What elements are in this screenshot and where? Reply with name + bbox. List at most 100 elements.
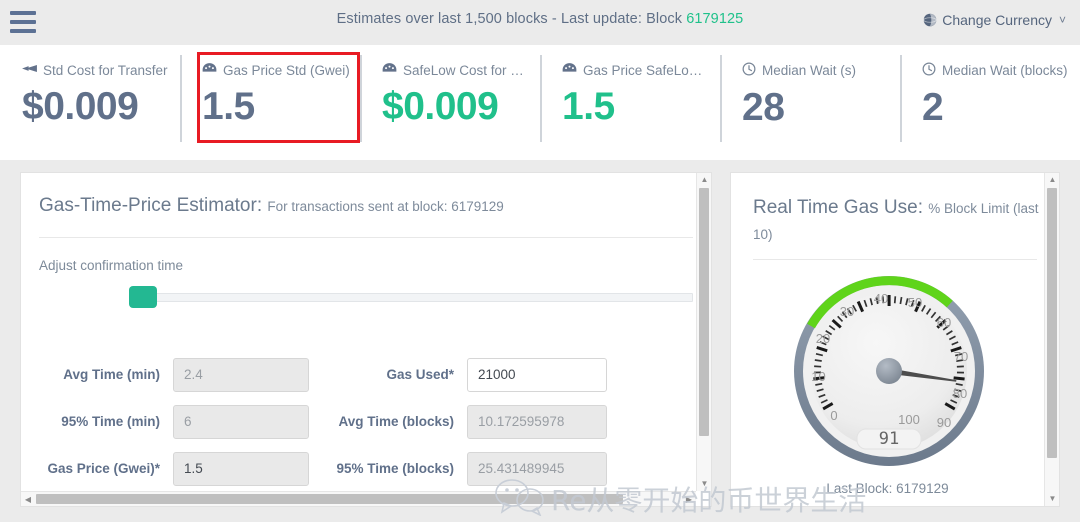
realtime-vertical-scrollbar[interactable]: ▲ ▼ — [1044, 173, 1059, 506]
divider — [753, 259, 1037, 260]
form-row: Gas Price (Gwei)* 95% Time (blocks) — [21, 445, 711, 492]
field-input[interactable] — [467, 404, 607, 439]
svg-text:50: 50 — [907, 295, 921, 310]
svg-text:80: 80 — [952, 386, 966, 401]
slider-handle[interactable] — [129, 286, 157, 308]
scroll-left-arrow-icon[interactable]: ◀ — [21, 492, 35, 506]
stat-value: 1.5 — [202, 85, 255, 128]
chevron-down-icon: ˅ — [1058, 13, 1066, 27]
scroll-right-arrow-icon[interactable]: ▶ — [682, 492, 696, 506]
svg-text:90: 90 — [936, 415, 950, 430]
estimator-title: Gas-Time-Price Estimator: For transactio… — [39, 195, 711, 217]
stat-label-text: Median Wait (blocks) — [942, 63, 1068, 78]
slider-label: Adjust confirmation time — [39, 258, 184, 273]
svg-text:70: 70 — [953, 349, 967, 364]
slider-track[interactable] — [131, 293, 693, 302]
change-currency-label: Change Currency — [942, 12, 1052, 28]
field-95-time-blocks: 95% Time (blocks) — [309, 451, 607, 486]
gauge-value-text: 91 — [878, 429, 898, 449]
estimator-horizontal-scrollbar[interactable]: ◀ ▶ — [21, 491, 696, 506]
estimator-vertical-scrollbar[interactable]: ▲ ▼ — [696, 173, 711, 491]
field-label: Avg Time (min) — [63, 367, 160, 382]
stat-value: $0.009 — [22, 85, 139, 128]
clock-icon — [742, 62, 756, 80]
stat-label-text: Gas Price SafeLo… — [583, 62, 703, 78]
tachometer-icon — [562, 62, 577, 79]
status-prefix: Estimates over last 1,500 blocks - Last … — [336, 11, 687, 27]
realtime-title: Real Time Gas Use: % Block Limit (last 1… — [753, 195, 1059, 247]
svg-text:20: 20 — [815, 331, 829, 346]
form-row: Avg Time (min) Gas Used* — [21, 351, 711, 398]
stat-label-text: Median Wait (s) — [762, 63, 857, 78]
stat-card-safelow-cost-for-transfer[interactable]: SafeLow Cost for … $0.009 — [360, 45, 540, 160]
tachometer-icon — [382, 62, 397, 79]
stat-label-text: Gas Price Std (Gwei) — [223, 62, 350, 78]
globe-icon — [923, 13, 937, 27]
status-block-number: 6179125 — [686, 11, 744, 27]
stat-value: 2 — [922, 86, 944, 129]
scroll-up-arrow-icon[interactable]: ▲ — [1045, 173, 1059, 187]
svg-text:40: 40 — [873, 291, 887, 306]
stat-card-median-wait-blocks[interactable]: Median Wait (blocks) 2 — [900, 45, 1080, 160]
estimator-subtitle: For transactions sent at block: 6179129 — [267, 199, 504, 214]
status-text: Estimates over last 1,500 blocks - Last … — [0, 11, 1080, 27]
divider — [39, 237, 693, 238]
field-gas-used: Gas Used* — [309, 357, 607, 392]
stat-label: Median Wait (blocks) — [922, 62, 1070, 80]
svg-text:10: 10 — [811, 369, 825, 384]
svg-text:0: 0 — [830, 408, 837, 423]
gauge-hub — [875, 357, 902, 384]
field-label: 95% Time (blocks) — [336, 461, 454, 476]
stat-strip: Std Cost for Transfer $0.009 Gas Price S… — [0, 45, 1080, 160]
stat-value: $0.009 — [382, 85, 499, 128]
real-time-gas-use-card: Real Time Gas Use: % Block Limit (last 1… — [730, 172, 1060, 507]
stat-label-text: Std Cost for Transfer — [43, 62, 168, 78]
stat-value: 1.5 — [562, 85, 615, 128]
tachometer-icon — [202, 62, 217, 79]
field-label: Avg Time (blocks) — [338, 414, 454, 429]
gauge-svg: 0 10 20 30 40 50 60 70 80 90 100 91 — [793, 275, 984, 466]
stat-card-gas-price-std[interactable]: Gas Price Std (Gwei) 1.5 — [180, 45, 360, 160]
field-label: 95% Time (min) — [61, 414, 160, 429]
field-label: Gas Used* — [386, 367, 454, 382]
scroll-down-arrow-icon[interactable]: ▼ — [1045, 492, 1059, 506]
field-avg-time-min: Avg Time (min) — [21, 357, 309, 392]
change-currency-button[interactable]: Change Currency ˅ — [923, 12, 1066, 28]
estimator-form: Avg Time (min) Gas Used* 95% Time (min) — [21, 351, 711, 506]
field-input[interactable] — [173, 404, 309, 439]
scrollbar-thumb[interactable] — [1047, 188, 1057, 458]
scroll-up-arrow-icon[interactable]: ▲ — [697, 173, 711, 187]
stat-label: Std Cost for Transfer — [22, 62, 170, 79]
field-gas-price-gwei: Gas Price (Gwei)* — [21, 451, 309, 486]
stat-card-median-wait-seconds[interactable]: Median Wait (s) 28 — [720, 45, 900, 160]
stat-label-text: SafeLow Cost for … — [403, 62, 524, 78]
scrollbar-thumb[interactable] — [699, 188, 709, 436]
stat-value: 28 — [742, 86, 785, 129]
svg-text:30: 30 — [839, 304, 853, 319]
scroll-down-arrow-icon[interactable]: ▼ — [697, 477, 711, 491]
field-input[interactable] — [173, 451, 309, 486]
top-bar: Estimates over last 1,500 blocks - Last … — [0, 0, 1080, 45]
stat-label: Gas Price SafeLo… — [562, 62, 710, 79]
gas-use-gauge: 0 10 20 30 40 50 60 70 80 90 100 91 — [731, 268, 1046, 473]
stat-label: Median Wait (s) — [742, 62, 890, 80]
stat-card-gas-price-safelow[interactable]: Gas Price SafeLo… 1.5 — [540, 45, 720, 160]
confirmation-time-slider[interactable] — [39, 286, 693, 308]
form-row: 95% Time (min) Avg Time (blocks) — [21, 398, 711, 445]
svg-text:100: 100 — [898, 412, 920, 427]
scrollbar-thumb[interactable] — [36, 494, 623, 504]
gas-time-price-estimator-card: Gas-Time-Price Estimator: For transactio… — [20, 172, 712, 507]
clock-icon — [922, 62, 936, 80]
field-input[interactable] — [467, 357, 607, 392]
stat-card-std-cost-for-transfer[interactable]: Std Cost for Transfer $0.009 — [0, 45, 180, 160]
field-95-time-min: 95% Time (min) — [21, 404, 309, 439]
field-input[interactable] — [467, 451, 607, 486]
stat-label: SafeLow Cost for … — [382, 62, 530, 79]
field-input[interactable] — [173, 357, 309, 392]
realtime-title-text: Real Time Gas Use: — [753, 197, 923, 218]
field-label: Gas Price (Gwei)* — [47, 461, 160, 476]
estimator-title-text: Gas-Time-Price Estimator: — [39, 195, 263, 216]
last-block-label: Last Block: 6179129 — [826, 481, 949, 496]
field-avg-time-blocks: Avg Time (blocks) — [309, 404, 607, 439]
stat-label: Gas Price Std (Gwei) — [202, 62, 350, 79]
